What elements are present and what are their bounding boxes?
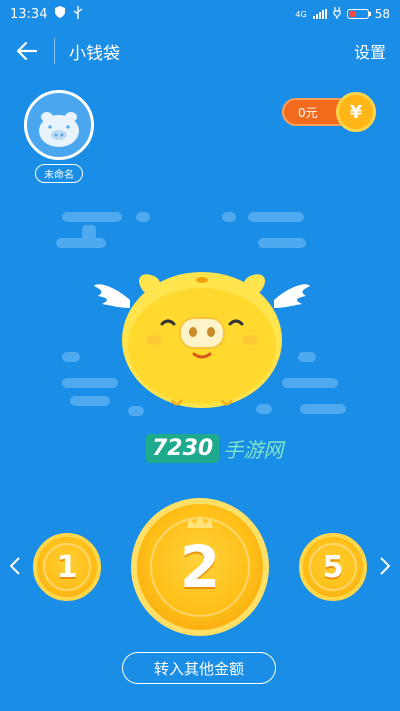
cloud-decoration <box>62 352 80 362</box>
piggy-scene <box>0 200 400 430</box>
network-type: 4G <box>295 9 307 19</box>
signal-icon <box>312 9 327 19</box>
coin-selector: 1 2 5 <box>0 496 400 638</box>
other-amount-button[interactable]: 转入其他金额 <box>122 652 276 684</box>
cloud-decoration <box>248 212 304 222</box>
charging-icon <box>333 6 341 22</box>
coin-value: 5 <box>322 549 344 585</box>
cloud-decoration <box>62 212 122 222</box>
avatar[interactable] <box>24 90 94 160</box>
pig-avatar-icon <box>39 112 79 147</box>
yuan-coin-icon: ¥ <box>336 92 376 132</box>
settings-button[interactable]: 设置 <box>354 39 386 63</box>
watermark-text: 手游网 <box>223 438 284 462</box>
usb-icon <box>73 5 83 23</box>
cloud-decoration <box>56 238 106 248</box>
watermark: 7230 手游网 <box>146 434 283 463</box>
coin-value: 1 <box>56 549 78 585</box>
crown-icon <box>187 516 213 528</box>
profile-name[interactable]: 未命名 <box>35 164 83 183</box>
flying-pig-icon <box>94 272 310 408</box>
shield-icon <box>55 6 66 22</box>
battery-icon <box>346 9 371 19</box>
back-button[interactable] <box>0 28 54 74</box>
coin-value: 2 <box>179 533 221 601</box>
coin-option-5[interactable]: 5 <box>299 533 367 601</box>
chevron-left-icon[interactable] <box>9 556 20 580</box>
cloud-decoration <box>222 212 236 222</box>
cloud-decoration <box>82 225 96 241</box>
status-bar: 13:34 4G 58 <box>0 0 400 28</box>
balance-widget[interactable]: 0元 ¥ <box>282 92 376 132</box>
app-header: 小钱袋 设置 <box>0 28 400 74</box>
status-time: 13:34 <box>10 6 48 22</box>
chevron-right-icon[interactable] <box>380 556 391 580</box>
battery-level: 58 <box>374 7 390 21</box>
page-title: 小钱袋 <box>69 43 120 64</box>
cloud-decoration <box>258 238 306 248</box>
profile: 未命名 <box>24 90 94 183</box>
watermark-number: 7230 <box>146 434 220 463</box>
coin-option-1[interactable]: 1 <box>33 533 101 601</box>
coin-option-selected[interactable]: 2 <box>131 498 269 636</box>
cloud-decoration <box>136 212 150 222</box>
arrow-left-icon <box>17 42 37 60</box>
header-divider <box>54 38 55 64</box>
